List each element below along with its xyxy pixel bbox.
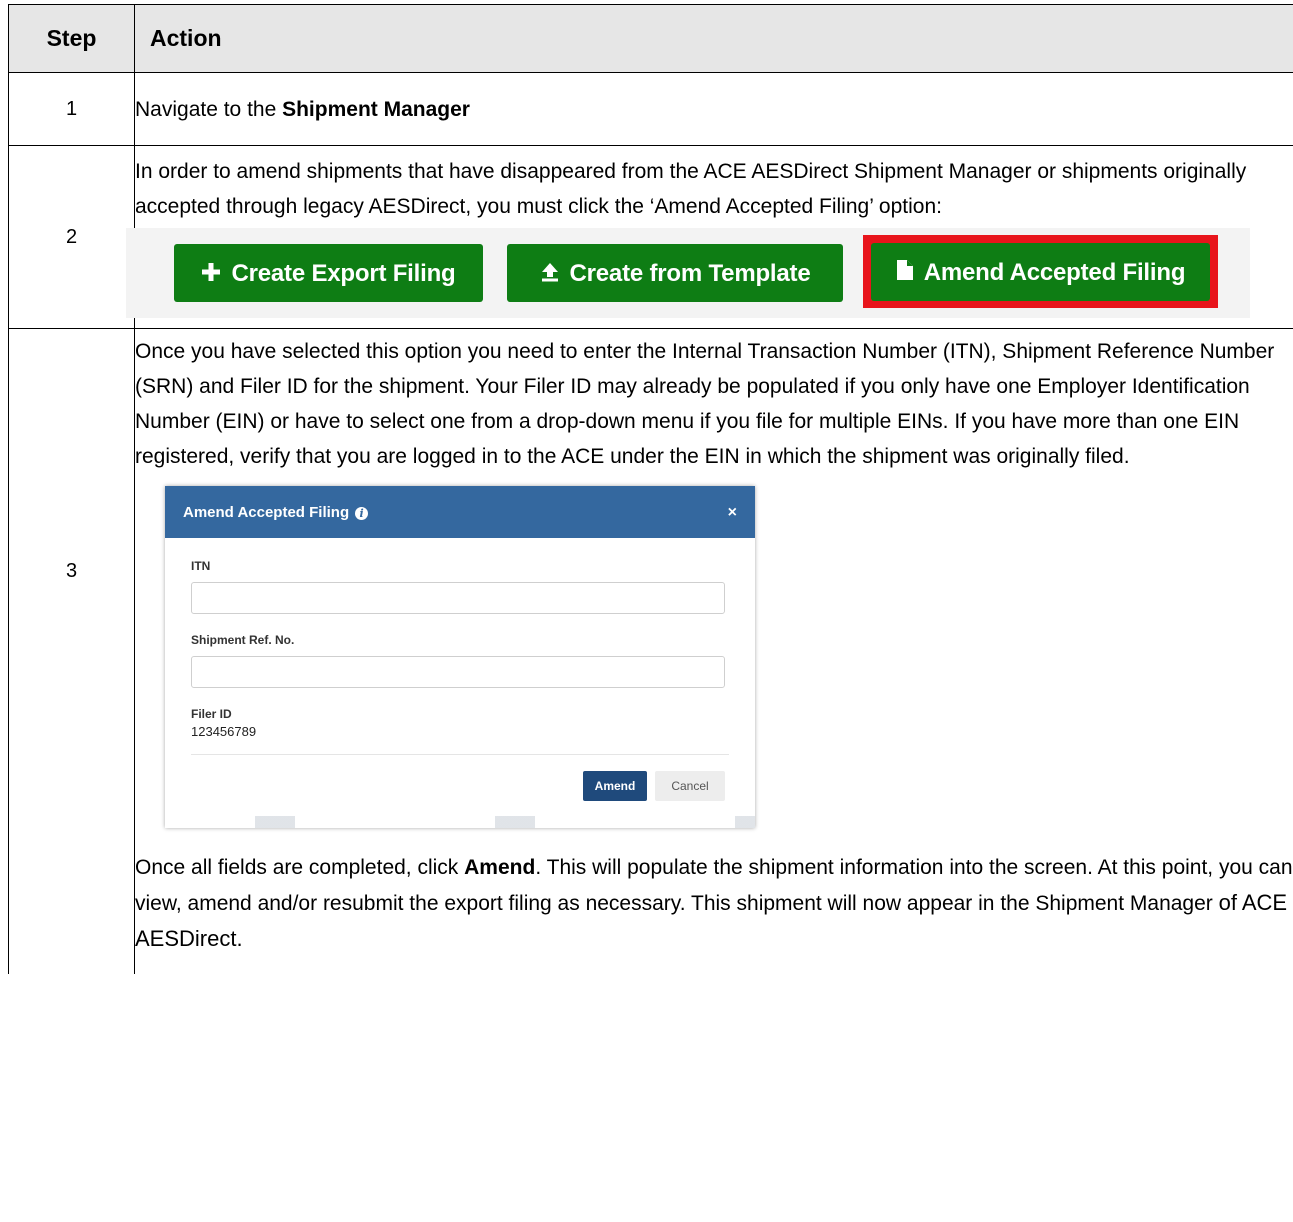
step-text: In order to amend shipments that have di… xyxy=(135,160,1247,218)
text-segment: Once all fields are completed, click xyxy=(135,856,465,879)
shipment-ref-input[interactable] xyxy=(191,656,725,688)
modal-body: ITN Shipment Ref. No. Filer ID 123456789 xyxy=(165,538,755,740)
table-row: 1 Navigate to the Shipment Manager xyxy=(8,72,1293,146)
step-action: Navigate to the Shipment Manager xyxy=(134,72,1293,146)
table-row: 2 In order to amend shipments that have … xyxy=(8,145,1293,329)
amend-modal-screenshot: Amend Accepted Filing i × ITN Shipment Re… xyxy=(165,486,755,828)
button-label: Create from Template xyxy=(569,259,811,287)
step-text: Navigate to the xyxy=(135,97,283,121)
step-number: 3 xyxy=(8,328,135,974)
steps-table: Step Action 1 Navigate to the Shipment M… xyxy=(8,4,1293,974)
modal-footer: Amend Cancel xyxy=(191,754,729,815)
document-icon xyxy=(896,255,914,290)
modal-header: Amend Accepted Filing i × xyxy=(165,486,755,538)
shipment-ref-label: Shipment Ref. No. xyxy=(191,633,295,647)
upload-icon xyxy=(540,256,560,291)
step-action: Once you have selected this option you n… xyxy=(134,328,1293,974)
step-text: Once you have selected this option you n… xyxy=(135,340,1275,468)
button-strip-screenshot: Create Export Filing Create from Templat… xyxy=(126,228,1250,318)
table-row: 3 Once you have selected this option you… xyxy=(8,328,1293,974)
amend-term: Amend xyxy=(464,856,536,879)
button-label: Amend Accepted Filing xyxy=(923,258,1186,286)
step-text-after: Once all fields are completed, click Ame… xyxy=(135,850,1293,957)
amend-accepted-filing-button[interactable]: Amend Accepted Filing xyxy=(871,243,1210,301)
background-table-ghost xyxy=(165,816,755,828)
create-from-template-button[interactable]: Create from Template xyxy=(507,244,843,302)
close-icon[interactable]: × xyxy=(728,495,737,530)
itn-label: ITN xyxy=(191,559,211,573)
modal-title: Amend Accepted Filing xyxy=(183,503,350,521)
step-action: In order to amend shipments that have di… xyxy=(126,145,1293,329)
step-column-header: Step xyxy=(8,4,135,73)
plus-icon xyxy=(201,256,221,291)
shipment-manager-term: Shipment Manager xyxy=(282,97,470,121)
filer-id-value: 123456789 xyxy=(191,724,257,739)
itn-input[interactable] xyxy=(191,582,725,614)
button-label: Create Export Filing xyxy=(231,259,456,287)
step-number: 1 xyxy=(8,72,135,146)
table-header-row: Step Action xyxy=(8,4,1293,73)
cancel-button[interactable]: Cancel xyxy=(655,771,725,801)
step-number: 2 xyxy=(8,145,135,329)
amend-button[interactable]: Amend xyxy=(583,771,647,801)
filer-id-label: Filer ID xyxy=(191,707,232,721)
create-export-filing-button[interactable]: Create Export Filing xyxy=(174,244,483,302)
action-column-header: Action xyxy=(134,4,1293,73)
info-icon: i xyxy=(355,506,369,520)
